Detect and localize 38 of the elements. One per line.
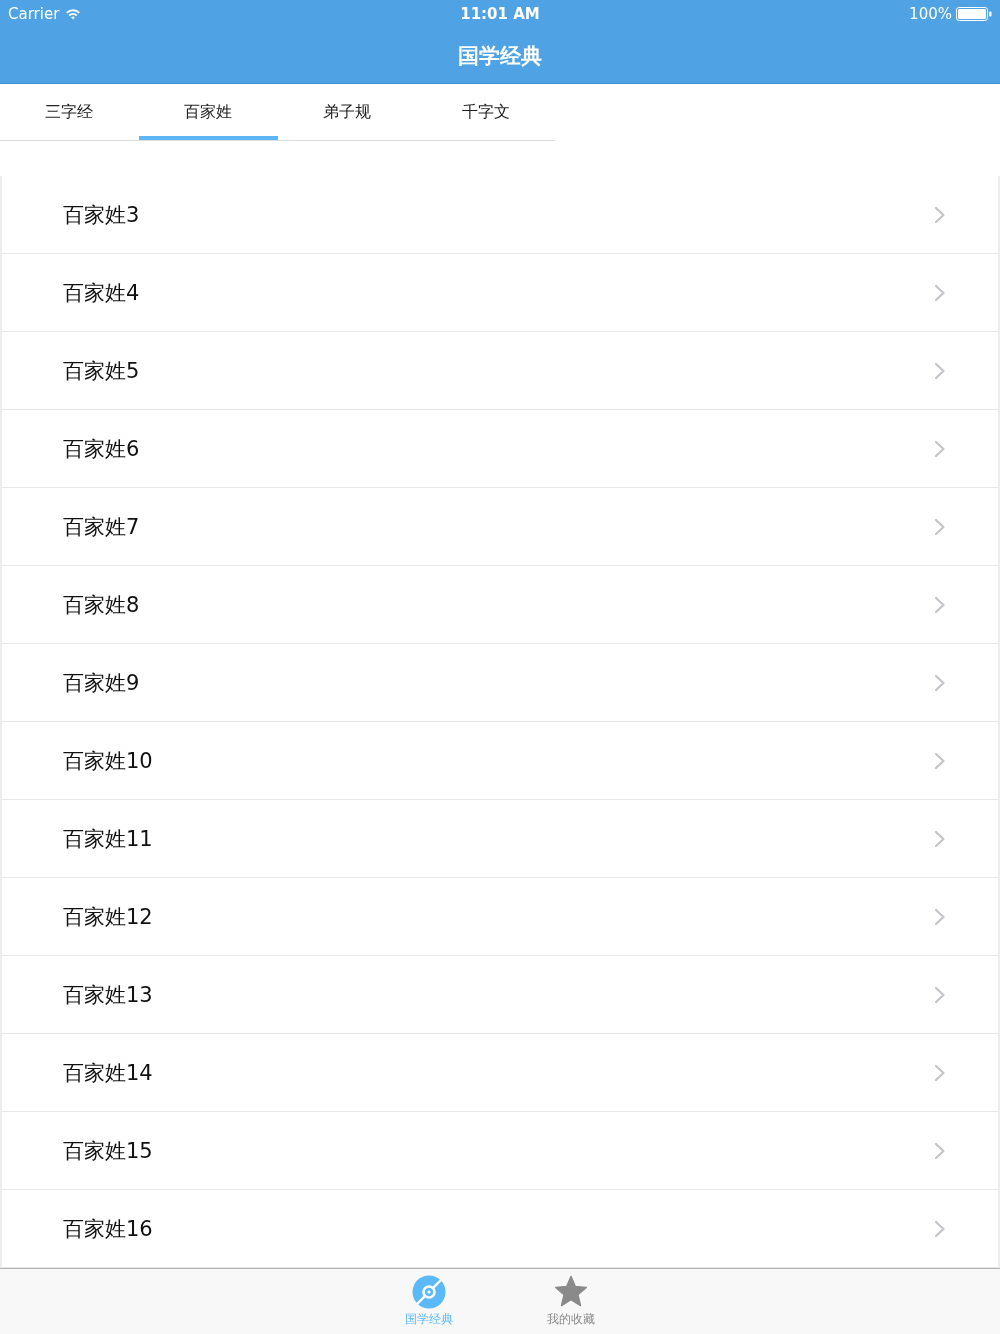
chevron-right-icon <box>934 439 946 458</box>
row-title: 百家姓10 <box>63 747 153 775</box>
chevron-right-icon <box>934 751 946 770</box>
row-title: 百家姓7 <box>63 513 140 541</box>
chevron-right-icon <box>934 985 946 1004</box>
chevron-right-icon <box>934 517 946 536</box>
chevron-right-icon <box>934 205 946 224</box>
chevron-right-icon <box>934 1141 946 1160</box>
tab-bar-label: 我的收藏 <box>547 1311 595 1328</box>
row-title: 百家姓16 <box>63 1215 153 1243</box>
status-time: 11:01 AM <box>460 5 540 23</box>
chevron-right-icon <box>934 907 946 926</box>
star-icon <box>554 1275 588 1309</box>
row-title: 百家姓14 <box>63 1059 153 1087</box>
chevron-right-icon <box>934 1219 946 1238</box>
row-title: 百家姓13 <box>63 981 153 1009</box>
row-title: 百家姓9 <box>63 669 140 697</box>
row-title: 百家姓6 <box>63 435 140 463</box>
row-title: 百家姓12 <box>63 903 153 931</box>
row-title: 百家姓15 <box>63 1137 153 1165</box>
row-title: 百家姓8 <box>63 591 140 619</box>
chevron-right-icon <box>934 673 946 692</box>
row-title: 百家姓3 <box>63 201 140 229</box>
chevron-right-icon <box>934 595 946 614</box>
battery-percentage: 100% <box>909 5 952 23</box>
carrier-label: Carrier <box>8 5 60 23</box>
row-title: 百家姓11 <box>63 825 153 853</box>
chevron-right-icon <box>934 283 946 302</box>
row-title: 百家姓5 <box>63 357 140 385</box>
disc-icon <box>412 1275 446 1309</box>
tab-bar-label: 国学经典 <box>405 1311 453 1328</box>
row-title: 百家姓4 <box>63 279 140 307</box>
chevron-right-icon <box>934 361 946 380</box>
wifi-icon <box>65 8 82 20</box>
chevron-right-icon <box>934 829 946 848</box>
battery-icon <box>956 7 992 21</box>
chevron-right-icon <box>934 1063 946 1082</box>
navigation-title: 国学经典 <box>458 42 542 70</box>
